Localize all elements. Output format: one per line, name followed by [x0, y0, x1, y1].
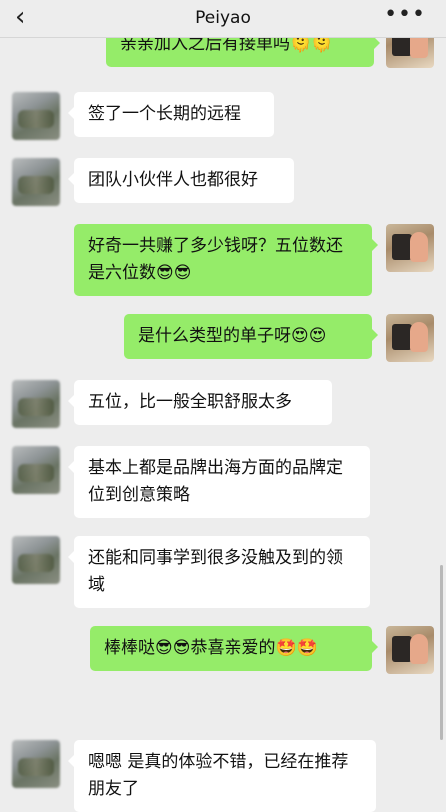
chat-area[interactable]: 亲亲加入之后有接单吗🫠🫠 签了一个长期的远程 团队小伙伴人也都很好 好奇一共赚了…	[0, 0, 446, 812]
my-avatar[interactable]	[386, 626, 434, 674]
scrollbar[interactable]	[440, 565, 443, 740]
chat-header: ‹ Peiyao •••	[0, 0, 446, 38]
message-bubble-sent[interactable]: 好奇一共赚了多少钱呀？五位数还是六位数😎😎	[74, 224, 378, 296]
my-avatar[interactable]	[386, 314, 434, 362]
message-bubble-received[interactable]: 基本上都是品牌出海方面的品牌定位到创意策略	[68, 446, 370, 518]
message-bubble-received[interactable]: 还能和同事学到很多没触及到的领域	[68, 536, 370, 608]
contact-avatar[interactable]	[12, 380, 60, 428]
message-bubble-received[interactable]: 嗯嗯 是真的体验不错，已经在推荐朋友了	[68, 740, 376, 812]
message-bubble-sent[interactable]: 是什么类型的单子呀😍😍	[124, 314, 378, 359]
message-bubble-sent[interactable]: 棒棒哒😎😎恭喜亲爱的🤩🤩	[90, 626, 378, 671]
contact-avatar[interactable]	[12, 92, 60, 140]
message-bubble-received[interactable]: 签了一个长期的远程	[68, 92, 274, 137]
my-avatar[interactable]	[386, 224, 434, 272]
contact-avatar[interactable]	[12, 740, 60, 788]
contact-avatar[interactable]	[12, 536, 60, 584]
contact-avatar[interactable]	[12, 158, 60, 206]
chat-title: Peiyao	[195, 8, 251, 28]
contact-avatar[interactable]	[12, 446, 60, 494]
more-dots-icon[interactable]: •••	[384, 2, 426, 27]
message-bubble-received[interactable]: 五位，比一般全职舒服太多	[68, 380, 332, 425]
message-bubble-received[interactable]: 团队小伙伴人也都很好	[68, 158, 294, 203]
